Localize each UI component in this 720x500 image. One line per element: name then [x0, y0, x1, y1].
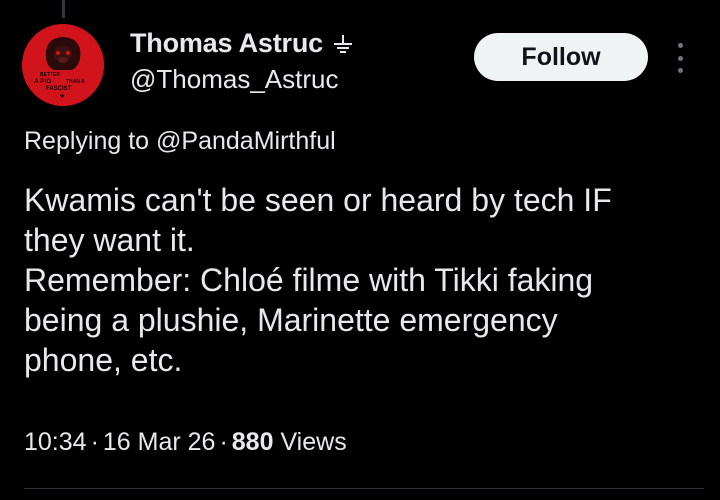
author-display-name[interactable]: Thomas Astruc: [130, 28, 323, 59]
tweet-line: Kwamis can't be seen or heard by tech IF: [24, 182, 612, 218]
views-label: Views: [280, 428, 347, 456]
tweet-meta: 10:34 · 16 Mar 26 · 880 Views: [24, 428, 347, 457]
svg-text:★: ★: [59, 92, 65, 100]
replying-to: Replying to @PandaMirthful: [24, 127, 336, 155]
svg-text:THAN A: THAN A: [66, 79, 85, 85]
tweet-line: being a plushie, Marinette emergency: [24, 302, 558, 338]
pig-fascist-logo: BETTER A PIG THAN A FASCIST ★: [22, 24, 104, 106]
svg-text:FASCIST: FASCIST: [46, 86, 72, 92]
avatar[interactable]: BETTER A PIG THAN A FASCIST ★: [22, 24, 104, 106]
divider: [24, 488, 704, 489]
tweet-date[interactable]: 16 Mar 26: [103, 428, 216, 456]
meta-separator: ·: [219, 428, 228, 456]
tweet-time[interactable]: 10:34: [24, 428, 87, 456]
tweet-line: they want it.: [24, 222, 195, 258]
ground-symbol-icon: [331, 32, 355, 56]
follow-button[interactable]: Follow: [474, 33, 648, 81]
svg-text:A PIG: A PIG: [34, 78, 51, 85]
more-vertical-icon[interactable]: [671, 43, 689, 73]
tweet-line: phone, etc.: [24, 342, 183, 378]
tweet-text: Kwamis can't be seen or heard by tech IF…: [24, 180, 704, 380]
author-name-row: Thomas Astruc: [130, 28, 355, 59]
thread-line: [62, 0, 65, 18]
author-handle[interactable]: @Thomas_Astruc: [130, 64, 338, 95]
tweet-line: Remember: Chloé filme with Tikki faking: [24, 262, 594, 298]
views-count[interactable]: 880: [232, 428, 274, 456]
meta-separator: ·: [90, 428, 99, 456]
